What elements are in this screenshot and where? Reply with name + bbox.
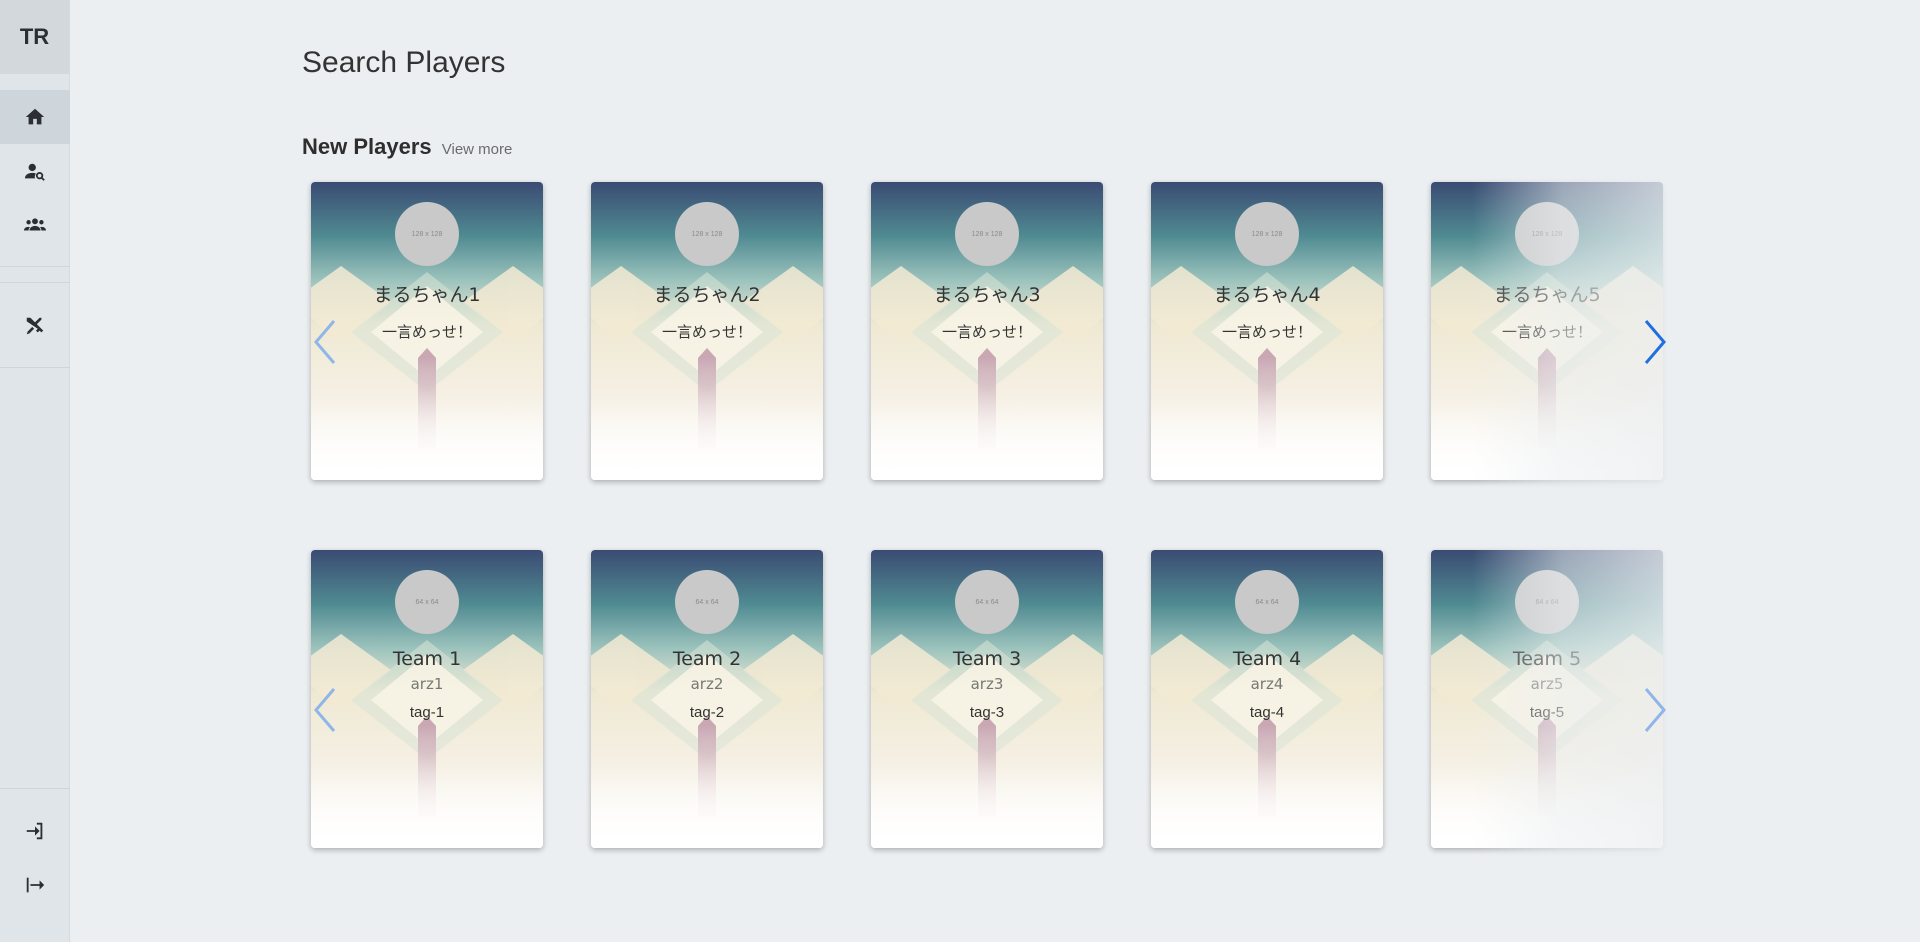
nav-teams[interactable]: [0, 198, 70, 252]
nav-logout[interactable]: [0, 858, 70, 912]
carousel-prev-button[interactable]: [310, 315, 344, 369]
player-message: 一言めっせ！: [941, 323, 1032, 341]
team-card[interactable]: 64 x 64 Team 4 arz4 tag-4: [1151, 550, 1383, 848]
team-card[interactable]: 64 x 64 Team 2 arz2 tag-2: [591, 550, 823, 848]
avatar: 128 x 128: [1235, 202, 1299, 266]
carousel-prev-button[interactable]: [310, 683, 344, 737]
avatar: 64 x 64: [955, 570, 1019, 634]
avatar: 64 x 64: [1515, 570, 1579, 634]
team-short-name: arz4: [1250, 675, 1284, 693]
player-name: まるちゃん1: [373, 284, 481, 306]
team-short-name: arz2: [690, 675, 724, 693]
player-name: まるちゃん3: [933, 284, 1041, 306]
sidebar-divider: [0, 788, 70, 789]
avatar: 128 x 128: [395, 202, 459, 266]
team-tag: tag-5: [1529, 704, 1565, 721]
chevron-right-icon: [1644, 320, 1666, 364]
avatar: 64 x 64: [395, 570, 459, 634]
player-name: まるちゃん5: [1493, 284, 1601, 306]
team-name: Team 4: [1232, 648, 1302, 670]
sidebar: TR: [0, 0, 70, 942]
team-short-name: arz5: [1530, 675, 1564, 693]
carousel-next-button[interactable]: [1636, 683, 1670, 737]
chevron-left-icon: [314, 320, 336, 364]
page-title: Search Players: [302, 46, 506, 79]
player-card[interactable]: 128 x 128 まるちゃん4 一言めっせ！: [1151, 182, 1383, 480]
team-name: Team 3: [952, 648, 1022, 670]
avatar: 128 x 128: [955, 202, 1019, 266]
nav-home[interactable]: [0, 90, 70, 144]
player-name: まるちゃん4: [1213, 284, 1321, 306]
avatar: 128 x 128: [675, 202, 739, 266]
team-short-name: arz1: [410, 675, 444, 693]
player-message: 一言めっせ！: [1221, 323, 1312, 341]
player-name: まるちゃん2: [653, 284, 761, 306]
avatar: 64 x 64: [675, 570, 739, 634]
view-more-link[interactable]: View more: [442, 141, 513, 158]
new-players-carousel: 128 x 128 まるちゃん1 一言めっせ！ 128 x 128 まるちゃん2…: [302, 176, 1672, 492]
team-short-name: arz3: [970, 675, 1004, 693]
team-tag: tag-4: [1249, 704, 1285, 721]
new-players-heading: New Players View more: [302, 134, 512, 160]
player-message: 一言めっせ！: [381, 323, 472, 341]
team-card[interactable]: 64 x 64 Team 1 arz1 tag-1: [311, 550, 543, 848]
player-message: 一言めっせ！: [1501, 323, 1592, 341]
users-icon: [24, 218, 46, 231]
team-name: Team 1: [392, 648, 462, 670]
home-icon: [25, 108, 45, 125]
new-players-title: New Players: [302, 134, 432, 159]
player-card[interactable]: 128 x 128 まるちゃん1 一言めっせ！: [311, 182, 543, 480]
nav-login[interactable]: [0, 804, 70, 858]
team-tag: tag-1: [409, 704, 445, 721]
crossed-swords-icon: [26, 317, 44, 335]
player-card[interactable]: 128 x 128 まるちゃん5 一言めっせ！: [1431, 182, 1663, 480]
logout-icon: [26, 877, 45, 893]
team-name: Team 5: [1512, 648, 1582, 670]
team-tag: tag-3: [969, 704, 1005, 721]
player-card[interactable]: 128 x 128 まるちゃん3 一言めっせ！: [871, 182, 1103, 480]
team-tag: tag-2: [689, 704, 725, 721]
avatar: 64 x 64: [1235, 570, 1299, 634]
app-logo[interactable]: TR: [0, 0, 69, 74]
nav-matches[interactable]: [0, 299, 70, 353]
player-card[interactable]: 128 x 128 まるちゃん2 一言めっせ！: [591, 182, 823, 480]
team-card[interactable]: 64 x 64 Team 5 arz5 tag-5: [1431, 550, 1663, 848]
avatar: 128 x 128: [1515, 202, 1579, 266]
sidebar-divider: [0, 282, 70, 283]
team-card[interactable]: 64 x 64 Team 3 arz3 tag-3: [871, 550, 1103, 848]
sidebar-divider: [0, 367, 70, 368]
sidebar-divider: [0, 266, 70, 267]
team-name: Team 2: [672, 648, 742, 670]
chevron-right-icon: [1644, 688, 1666, 732]
carousel-next-button[interactable]: [1636, 315, 1670, 369]
chevron-left-icon: [314, 688, 336, 732]
search-user-icon: [24, 163, 45, 181]
teams-carousel: 64 x 64 Team 1 arz1 tag-1 64 x 64 Team 2…: [302, 544, 1672, 860]
nav-search-players[interactable]: [0, 145, 70, 199]
login-icon: [26, 822, 43, 840]
player-message: 一言めっせ！: [661, 323, 752, 341]
